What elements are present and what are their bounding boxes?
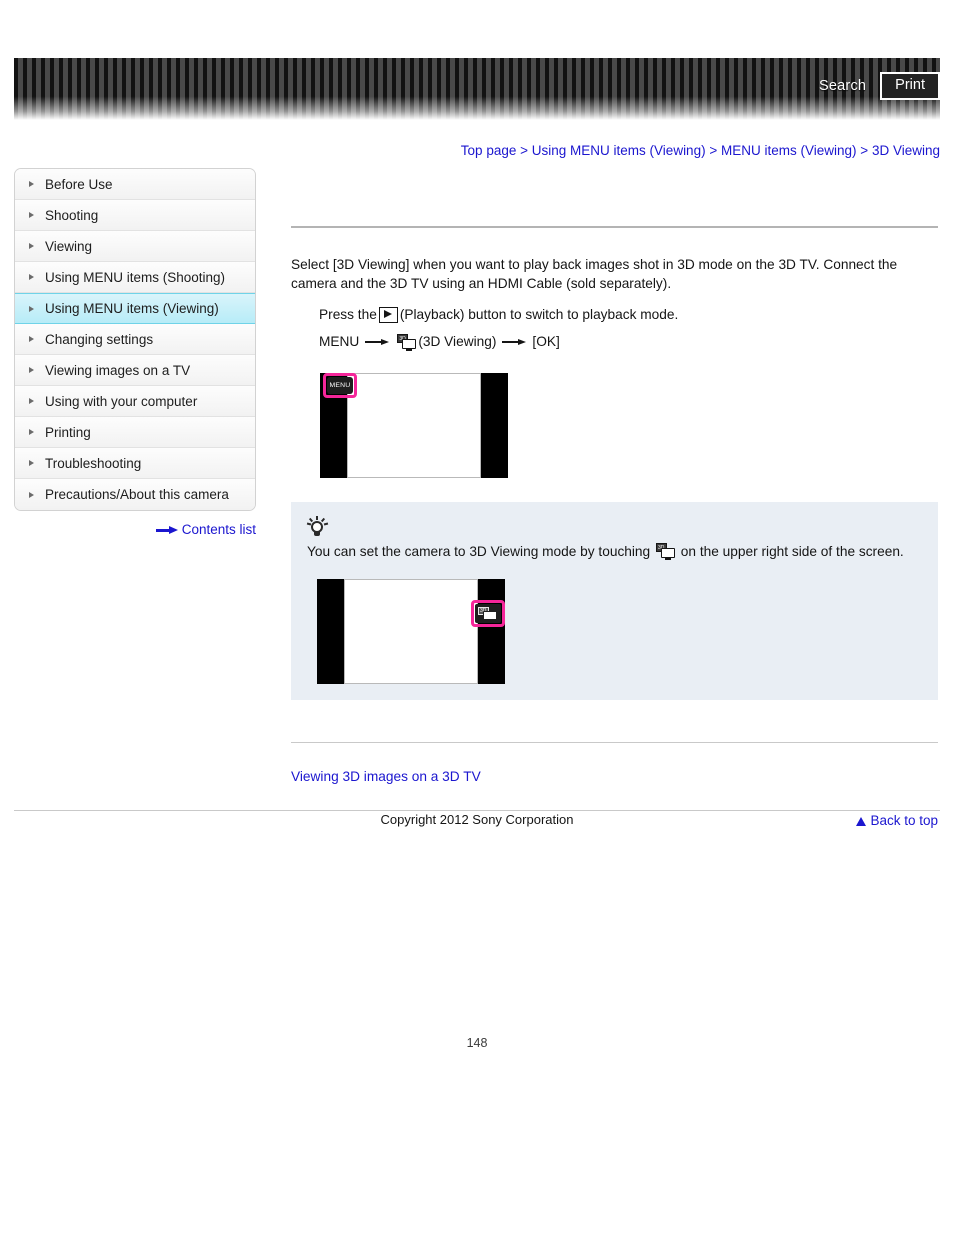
chevron-right-icon — [29, 274, 34, 280]
arrow-right-icon — [502, 337, 527, 347]
camera-screen-illustration-3d-touch: 3D — [317, 579, 505, 684]
related-link-viewing-3d-images[interactable]: Viewing 3D images on a 3D TV — [291, 769, 481, 784]
lightbulb-icon — [306, 516, 328, 538]
highlight-box-menu — [323, 373, 357, 398]
search-link[interactable]: Search — [819, 78, 866, 94]
breadcrumb-item-using-menu-items-viewing[interactable]: Using MENU items (Viewing) — [532, 143, 706, 158]
sidebar-item-label: Changing settings — [45, 331, 154, 347]
sidebar-item-viewing[interactable]: Viewing — [15, 231, 255, 262]
sidebar-item-shooting[interactable]: Shooting — [15, 200, 255, 231]
playback-icon — [378, 307, 398, 323]
camera-screen-illustration-menu: MENU — [320, 373, 508, 478]
chevron-right-icon — [29, 491, 34, 498]
step-menu-path: MENU 3D (3D Viewing) [OK] — [319, 331, 938, 353]
footer-divider — [14, 810, 940, 811]
step-menu-label: MENU — [319, 334, 360, 349]
main-content: Select [3D Viewing] when you want to pla… — [291, 168, 938, 828]
screen-letterbox-left — [317, 579, 344, 684]
chevron-right-icon — [29, 429, 34, 435]
sidebar-item-using-menu-items-shooting[interactable]: Using MENU items (Shooting) — [15, 262, 255, 293]
sidebar-item-label: Troubleshooting — [45, 455, 142, 471]
3d-viewing-icon: 3D — [397, 333, 417, 351]
step-playback: Press the (Playback) button to switch to… — [319, 304, 938, 326]
sidebar-item-using-with-your-computer[interactable]: Using with your computer — [15, 386, 255, 417]
content-top-divider — [291, 226, 938, 228]
arrow-right-icon — [155, 525, 178, 535]
3d-viewing-icon: 3D — [655, 543, 675, 560]
breadcrumb-item-menu-items-viewing[interactable]: MENU items (Viewing) — [721, 143, 857, 158]
sidebar-item-label: Using MENU items (Shooting) — [45, 269, 226, 285]
chevron-right-icon — [29, 367, 34, 373]
sidebar-item-label: Using with your computer — [45, 393, 198, 409]
sidebar-item-label: Viewing images on a TV — [45, 362, 191, 378]
screen-letterbox-right — [481, 373, 508, 478]
chevron-right-icon — [29, 305, 34, 312]
step-ok-label: [OK] — [532, 334, 560, 349]
sidebar-item-label: Precautions/About this camera — [45, 487, 229, 502]
breadcrumb-item-3d-viewing[interactable]: 3D Viewing — [872, 143, 940, 158]
step-menu-item-label: (3D Viewing) — [418, 334, 497, 349]
chevron-right-icon — [29, 460, 34, 466]
content-bottom-divider — [291, 742, 938, 743]
sidebar-item-troubleshooting[interactable]: Troubleshooting — [15, 448, 255, 479]
sidebar-item-changing-settings[interactable]: Changing settings — [15, 324, 255, 355]
arrow-right-icon — [365, 337, 390, 347]
intro-paragraph: Select [3D Viewing] when you want to pla… — [291, 257, 898, 291]
breadcrumb: Top page > Using MENU items (Viewing) > … — [461, 143, 940, 158]
step-playback-text-after: (Playback) button to switch to playback … — [399, 307, 679, 322]
chevron-right-icon — [29, 243, 34, 249]
screen-display-area — [344, 579, 478, 684]
contents-list-link[interactable]: Contents list — [14, 522, 256, 537]
sidebar: Before Use Shooting Viewing Using MENU i… — [14, 168, 256, 511]
sidebar-item-precautions-about-this-camera[interactable]: Precautions/About this camera — [15, 479, 255, 510]
tip-text: You can set the camera to 3D Viewing mod… — [307, 542, 922, 562]
sidebar-item-using-menu-items-viewing[interactable]: Using MENU items (Viewing) — [15, 293, 255, 324]
sidebar-item-label: Shooting — [45, 207, 99, 223]
chevron-right-icon — [29, 398, 34, 404]
screen-display-area — [347, 373, 481, 478]
step-playback-text-before: Press the — [319, 307, 377, 322]
sidebar-item-viewing-images-on-a-tv[interactable]: Viewing images on a TV — [15, 355, 255, 386]
sidebar-item-printing[interactable]: Printing — [15, 417, 255, 448]
tip-box: You can set the camera to 3D Viewing mod… — [291, 502, 938, 700]
sidebar-item-label: Using MENU items (Viewing) — [45, 301, 219, 316]
highlight-box-3d — [471, 600, 505, 627]
sidebar-item-label: Viewing — [45, 238, 93, 254]
breadcrumb-item-top-page[interactable]: Top page — [461, 143, 517, 158]
sidebar-item-before-use[interactable]: Before Use — [15, 169, 255, 200]
tip-text-before: You can set the camera to 3D Viewing mod… — [307, 544, 651, 559]
copyright-text: Copyright 2012 Sony Corporation — [380, 812, 574, 827]
sidebar-item-label: Printing — [45, 424, 91, 440]
breadcrumb-separator: > — [709, 143, 718, 158]
header-controls: Search Print — [740, 58, 940, 114]
contents-list-label: Contents list — [181, 522, 256, 537]
chevron-right-icon — [29, 212, 34, 218]
breadcrumb-separator: > — [520, 143, 529, 158]
screen-letterbox-right — [478, 579, 505, 684]
print-button[interactable]: Print — [880, 71, 940, 101]
breadcrumb-separator: > — [860, 143, 869, 158]
sidebar-item-label: Before Use — [45, 176, 113, 192]
page-number: 148 — [466, 1036, 488, 1050]
chevron-right-icon — [29, 181, 34, 187]
tip-text-after: on the upper right side of the screen. — [680, 544, 904, 559]
chevron-right-icon — [29, 336, 34, 342]
